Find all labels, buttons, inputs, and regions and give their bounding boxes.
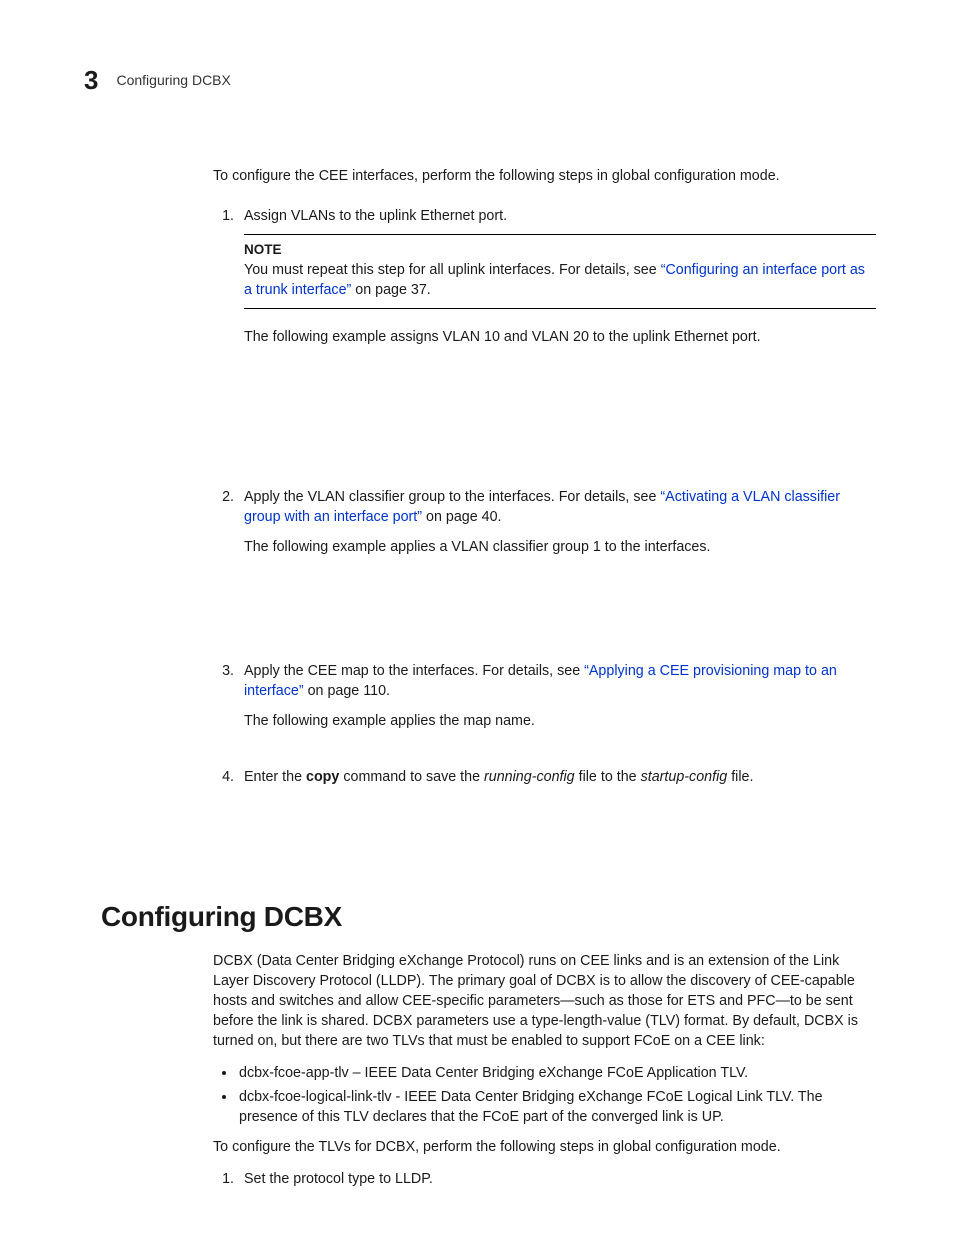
note-label: NOTE [244, 241, 876, 260]
example-text: The following example applies a VLAN cla… [244, 537, 876, 557]
section-body: DCBX (Data Center Bridging eXchange Prot… [213, 951, 876, 1189]
code-placeholder [244, 347, 876, 473]
step-post: on page 40. [422, 509, 502, 525]
step-pre: Apply the CEE map to the interfaces. For… [244, 663, 584, 679]
step-text: Apply the VLAN classifier group to the i… [244, 487, 876, 527]
body-content: To configure the CEE interfaces, perform… [213, 166, 876, 787]
chapter-number: 3 [84, 62, 98, 98]
step-pre: Apply the VLAN classifier group to the i… [244, 489, 660, 505]
text-part: command to save the [339, 769, 484, 785]
page-header: 3 Configuring DCBX [84, 62, 876, 98]
note-body: You must repeat this step for all uplink… [244, 260, 876, 300]
note-block: NOTE You must repeat this step for all u… [244, 234, 876, 309]
example-text: The following example applies the map na… [244, 711, 876, 731]
file-startup-config: startup-config [641, 769, 728, 785]
step-text: Apply the CEE map to the interfaces. For… [244, 661, 876, 701]
paragraph: To configure the TLVs for DCBX, perform … [213, 1137, 876, 1157]
section-heading: Configuring DCBX [101, 897, 876, 936]
intro-paragraph: To configure the CEE interfaces, perform… [213, 166, 876, 186]
paragraph: DCBX (Data Center Bridging eXchange Prot… [213, 951, 876, 1051]
note-text-post: on page 37. [351, 282, 431, 298]
step-text: Assign VLANs to the uplink Ethernet port… [244, 206, 876, 226]
step-1: Assign VLANs to the uplink Ethernet port… [238, 206, 876, 473]
page: 3 Configuring DCBX To configure the CEE … [0, 0, 954, 1235]
section-block: Configuring DCBX DCBX (Data Center Bridg… [101, 897, 876, 1188]
step-3: Apply the CEE map to the interfaces. For… [238, 661, 876, 753]
step-4: Enter the copy command to save the runni… [238, 767, 876, 787]
header-title: Configuring DCBX [116, 71, 230, 91]
code-placeholder [244, 557, 876, 647]
example-text: The following example assigns VLAN 10 an… [244, 327, 876, 347]
steps-list: Assign VLANs to the uplink Ethernet port… [213, 206, 876, 787]
steps-list-2: Set the protocol type to LLDP. [213, 1169, 876, 1189]
step-1: Set the protocol type to LLDP. [238, 1169, 876, 1189]
text-part: Enter the [244, 769, 306, 785]
text-part: file to the [575, 769, 641, 785]
file-running-config: running-config [484, 769, 575, 785]
text-part: file. [727, 769, 753, 785]
step-text: Enter the copy command to save the runni… [244, 767, 876, 787]
command-copy: copy [306, 769, 339, 785]
spacer [244, 731, 876, 753]
bullet-list: dcbx-fcoe-app-tlv – IEEE Data Center Bri… [213, 1063, 876, 1127]
step-2: Apply the VLAN classifier group to the i… [238, 487, 876, 647]
note-text-pre: You must repeat this step for all uplink… [244, 262, 661, 278]
bullet-item: dcbx-fcoe-app-tlv – IEEE Data Center Bri… [237, 1063, 876, 1083]
bullet-item: dcbx-fcoe-logical-link-tlv - IEEE Data C… [237, 1087, 876, 1127]
step-post: on page 110. [304, 683, 390, 699]
